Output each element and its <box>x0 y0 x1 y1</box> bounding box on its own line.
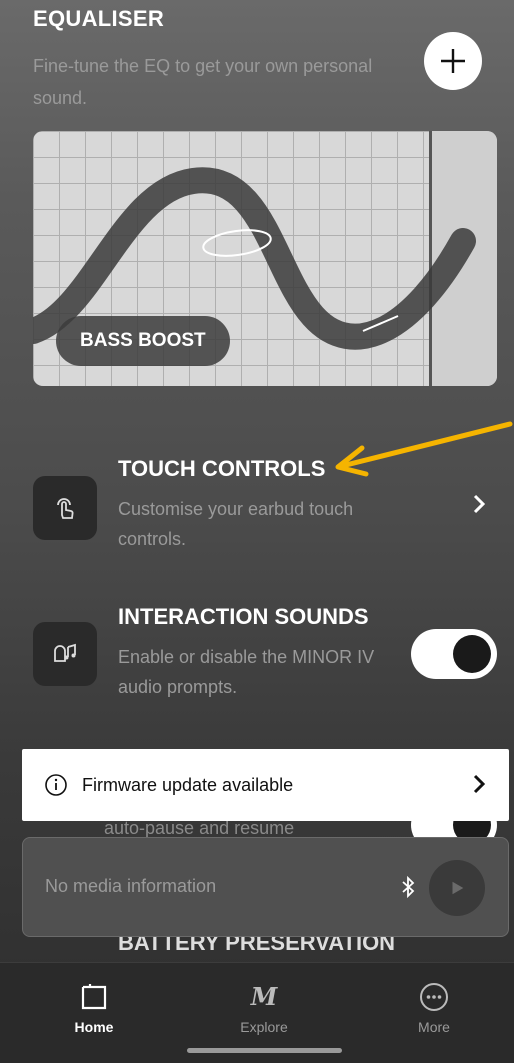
home-icon <box>81 984 107 1010</box>
annotation-arrow-icon <box>335 421 513 477</box>
interaction-sounds-title: INTERACTION SOUNDS <box>118 604 369 629</box>
info-icon <box>45 774 67 796</box>
chevron-right-icon <box>473 774 486 794</box>
play-button[interactable] <box>429 860 485 916</box>
touch-controls-chevron-icon[interactable] <box>470 493 488 515</box>
tab-more-label: More <box>418 1019 450 1035</box>
marshall-m-icon: M <box>250 982 279 1011</box>
audio-prompt-icon <box>54 643 76 662</box>
touch-controls-icon-tile <box>33 476 97 540</box>
app-screen: EQUALISER Fine-tune the EQ to get your o… <box>0 0 514 1063</box>
tab-more[interactable]: More <box>374 963 494 1043</box>
tab-home[interactable]: Home <box>34 963 154 1043</box>
plus-icon <box>441 49 465 73</box>
obscured-setting-description: auto-pause and resume <box>104 818 295 838</box>
tab-explore[interactable]: M Explore <box>204 963 324 1043</box>
touch-controls-title: TOUCH CONTROLS <box>118 456 326 481</box>
add-eq-button[interactable] <box>424 32 482 90</box>
play-icon <box>452 881 464 895</box>
more-icon <box>420 983 448 1011</box>
media-player[interactable]: No media information <box>22 837 509 937</box>
svg-text:M: M <box>250 982 279 1011</box>
equaliser-description: Fine-tune the EQ to get your own persona… <box>33 56 373 108</box>
eq-preset-label: BASS BOOST <box>56 316 230 366</box>
bottom-tab-bar: Home M Explore More <box>0 962 514 1063</box>
touch-controls-description: Customise your earbud touch controls. <box>118 499 354 549</box>
firmware-update-text: Firmware update available <box>82 774 294 795</box>
firmware-update-banner[interactable]: Firmware update available <box>22 749 509 821</box>
interaction-sounds-description: Enable or disable the MINOR IV audio pro… <box>118 647 375 697</box>
eq-preset-card[interactable]: BASS BOOST <box>33 131 497 386</box>
equaliser-title: EQUALISER <box>33 6 165 31</box>
media-info-text: No media information <box>45 876 217 896</box>
touch-gesture-icon <box>57 498 74 519</box>
bluetooth-icon <box>402 875 415 899</box>
home-indicator[interactable] <box>187 1048 342 1053</box>
interaction-sounds-toggle[interactable] <box>411 629 497 679</box>
toggle-knob <box>453 635 491 673</box>
tab-explore-label: Explore <box>240 1019 288 1035</box>
interaction-sounds-icon-tile <box>33 622 97 686</box>
tab-home-label: Home <box>74 1019 114 1035</box>
